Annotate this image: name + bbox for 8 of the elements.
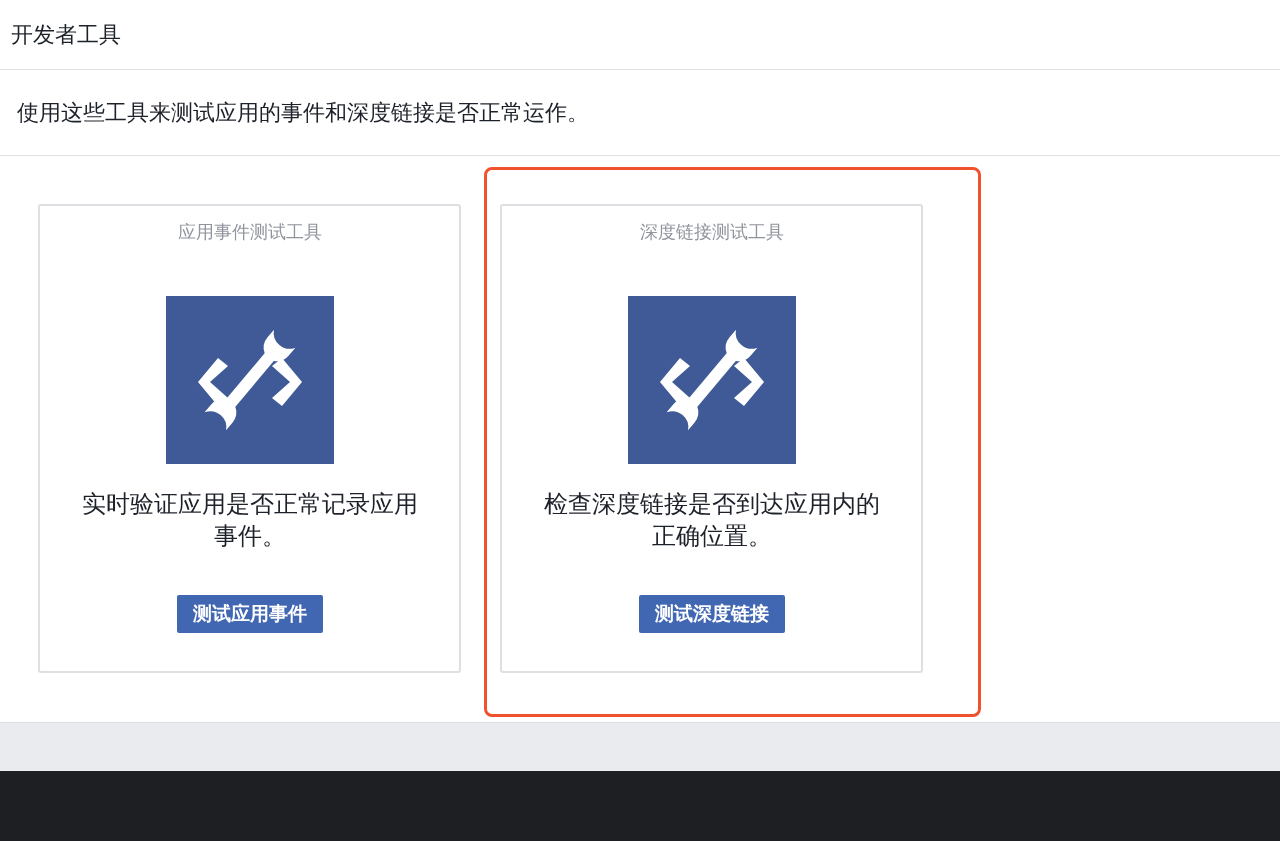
card-title: 应用事件测试工具	[177, 220, 322, 244]
page-title: 开发者工具	[11, 20, 121, 49]
card-text: 实时验证应用是否正常记录应用事件。	[80, 489, 419, 552]
test-button[interactable]: 测试深度链接	[638, 595, 785, 633]
page-description: 使用这些工具来测试应用的事件和深度链接是否正常运作。	[17, 98, 589, 127]
test-button[interactable]: 测试应用事件	[176, 595, 323, 633]
card-title: 深度链接测试工具	[639, 220, 784, 244]
card-text: 检查深度链接是否到达应用内的正确位置。	[542, 489, 881, 552]
